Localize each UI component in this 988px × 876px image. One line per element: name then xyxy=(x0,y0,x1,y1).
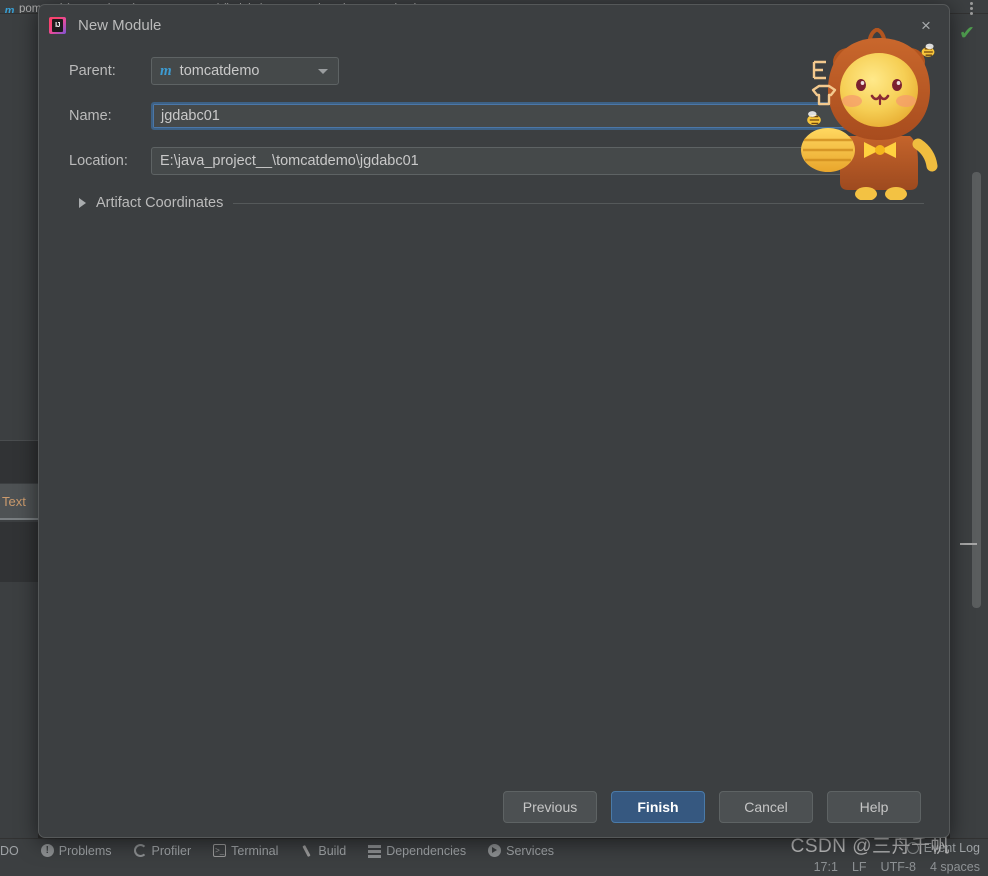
tool-window-profiler[interactable]: Profiler xyxy=(123,841,203,860)
event-log-label: Event Log xyxy=(923,841,980,855)
parent-label: Parent: xyxy=(69,63,116,79)
dialog-body: Parent: m tomcatdemo Name: jgdabc01 Loca… xyxy=(39,45,949,797)
parent-row: Parent: m tomcatdemo xyxy=(39,57,949,85)
tool-window-dependencies[interactable]: Dependencies xyxy=(357,841,477,860)
tool-window-services[interactable]: Services xyxy=(477,841,565,860)
section-divider xyxy=(233,202,924,204)
more-options-icon[interactable] xyxy=(970,2,973,15)
dialog-title-bar: New Module × xyxy=(39,5,949,45)
close-icon[interactable]: × xyxy=(917,17,935,35)
status-bar: DO Problems Profiler >_ Terminal Build xyxy=(0,838,988,876)
tool-window-label: DO xyxy=(0,843,19,858)
screenshot-root: m pom.xml (tomcatdemo) × m pom.xml (jgda… xyxy=(0,0,988,876)
event-log-icon xyxy=(906,842,919,854)
maven-module-icon: m xyxy=(160,62,172,79)
location-input-value: E:\java_project__\tomcatdemo\jgdabc01 xyxy=(160,153,419,169)
tool-window-label: Problems xyxy=(58,843,112,858)
chevron-down-icon xyxy=(318,68,328,74)
artifact-coordinates-label: Artifact Coordinates xyxy=(96,195,224,211)
tool-window-label: Profiler xyxy=(151,843,192,858)
chevron-right-icon xyxy=(79,198,86,208)
finish-button[interactable]: Finish xyxy=(611,791,705,823)
line-separator[interactable]: LF xyxy=(852,860,867,874)
caret-position[interactable]: 17:1 xyxy=(814,860,838,874)
new-module-dialog: New Module × Parent: m tomcatdemo Name: … xyxy=(38,4,950,838)
tool-window-label: Terminal xyxy=(231,843,279,858)
location-row: Location: E:\java_project__\tomcatdemo\j… xyxy=(39,147,949,175)
services-icon xyxy=(488,844,502,857)
intellij-idea-icon xyxy=(49,16,66,34)
tool-window-terminal[interactable]: >_ Terminal xyxy=(202,841,289,860)
tool-window-build[interactable]: Build xyxy=(289,841,357,860)
file-encoding[interactable]: UTF-8 xyxy=(881,860,916,874)
name-row: Name: jgdabc01 xyxy=(39,102,949,130)
help-button[interactable]: Help xyxy=(827,791,921,823)
indent-setting[interactable]: 4 spaces xyxy=(930,860,980,874)
editor-status-info: 17:1 LF UTF-8 4 spaces xyxy=(814,860,980,874)
cancel-button[interactable]: Cancel xyxy=(719,791,813,823)
tool-window-bar: DO Problems Profiler >_ Terminal Build xyxy=(0,841,565,860)
minimize-icon[interactable] xyxy=(960,543,977,545)
dialog-footer: Previous Finish Cancel Help xyxy=(39,777,949,837)
event-log-button[interactable]: Event Log xyxy=(906,841,980,855)
right-editor-strip xyxy=(950,14,988,838)
name-input-value: jgdabc01 xyxy=(161,108,220,124)
tool-window-todo[interactable]: DO xyxy=(0,841,30,860)
location-input[interactable]: E:\java_project__\tomcatdemo\jgdabc01 xyxy=(151,147,911,175)
name-input[interactable]: jgdabc01 xyxy=(151,102,911,130)
dialog-title: New Module xyxy=(78,16,162,34)
left-editor-strip: Text xyxy=(0,14,38,838)
name-label: Name: xyxy=(69,108,112,124)
tool-window-problems[interactable]: Problems xyxy=(30,841,123,860)
location-label: Location: xyxy=(69,153,128,169)
editor-mode-tab-text[interactable]: Text xyxy=(0,484,38,520)
editor-mode-tab-label: Text xyxy=(2,493,26,509)
inspection-ok-icon: ✔ xyxy=(959,23,975,44)
parent-selected-value: tomcatdemo xyxy=(179,63,260,79)
profiler-icon xyxy=(133,844,147,857)
tool-window-label: Services xyxy=(506,843,555,858)
artifact-coordinates-section[interactable]: Artifact Coordinates xyxy=(39,192,949,214)
build-icon xyxy=(302,844,312,857)
maven-icon: m xyxy=(4,5,15,14)
terminal-icon: >_ xyxy=(213,844,227,857)
problems-icon xyxy=(40,844,54,857)
previous-button[interactable]: Previous xyxy=(503,791,597,823)
tool-window-label: Build xyxy=(318,843,347,858)
dependencies-icon xyxy=(368,844,382,848)
tool-window-label: Dependencies xyxy=(386,843,467,858)
parent-dropdown[interactable]: m tomcatdemo xyxy=(151,57,339,85)
